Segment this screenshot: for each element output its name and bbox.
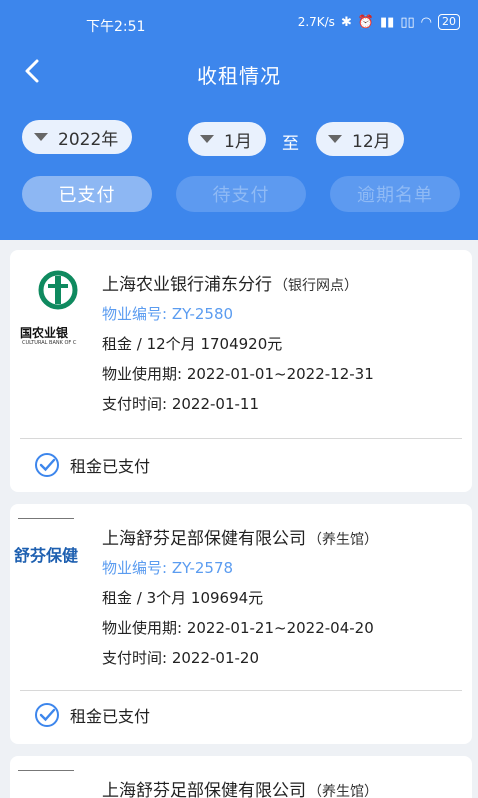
tab-pending[interactable]: 待支付 <box>176 176 306 212</box>
status-icons: 2.7K/s ✱ ⏰ ▮▮ ▯▯ ◠ 20 <box>298 14 460 30</box>
brand-logo <box>10 770 84 798</box>
bank-logo-text: 国农业银 <box>20 326 69 340</box>
tab-paid[interactable]: 已支付 <box>22 176 152 212</box>
payment-status: 租金已支付 <box>34 702 150 728</box>
payment-status-label: 租金已支付 <box>70 707 151 726</box>
rent-record-card[interactable]: 上海舒芬足部保健有限公司 （养生馆） <box>10 756 472 798</box>
rent-amount: 租金 / 12个月 1704920元 <box>102 335 283 353</box>
brand-logo-text: 舒芬保健 <box>14 546 79 565</box>
divider <box>20 438 462 439</box>
dropdown-triangle-icon <box>34 133 48 141</box>
tenant-name: 上海农业银行浦东分行 （银行网点） <box>102 270 462 295</box>
month-from-value: 1月 <box>224 131 252 152</box>
property-id: 物业编号: ZY-2578 <box>102 559 234 577</box>
brand-logo: 舒芬保健 <box>10 518 84 574</box>
payment-time: 支付时间: 2022-01-20 <box>102 649 259 667</box>
tenant-name: 上海舒芬足部保健有限公司 （养生馆） <box>102 776 462 798</box>
tenant-name-text: 上海舒芬足部保健有限公司 <box>102 781 306 798</box>
month-to-select[interactable]: 12月 <box>316 122 404 156</box>
usage-period: 物业使用期: 2022-01-01~2022-12-31 <box>102 365 374 383</box>
network-speed: 2.7K/s <box>297 15 335 29</box>
tenant-name: 上海舒芬足部保健有限公司 （养生馆） <box>102 524 462 549</box>
tenant-type: （养生馆） <box>308 784 378 798</box>
month-from-select[interactable]: 1月 <box>188 122 266 156</box>
year-value: 2022年 <box>58 129 119 150</box>
status-tabs: 已支付 待支付 逾期名单 <box>0 176 478 216</box>
rent-record-card[interactable]: 舒芬保健 上海舒芬足部保健有限公司 （养生馆） 物业编号: ZY-2578 租金 … <box>10 504 472 744</box>
bluetooth-icon: ✱ <box>340 14 352 30</box>
month-to-value: 12月 <box>352 131 391 152</box>
page-title: 收租情况 <box>197 64 281 88</box>
logo-rule <box>18 770 74 771</box>
header: 下午2:51 2.7K/s ✱ ⏰ ▮▮ ▯▯ ◠ 20 收租情况 2022年 … <box>0 0 478 240</box>
status-time: 下午2:51 <box>86 19 146 35</box>
dropdown-triangle-icon <box>200 135 214 143</box>
bank-logo-subtext: CULTURAL BANK OF C <box>22 340 77 346</box>
tenant-name-text: 上海舒芬足部保健有限公司 <box>102 529 306 549</box>
payment-status: 租金已支付 <box>34 452 150 478</box>
record-info: 上海舒芬足部保健有限公司 （养生馆） <box>102 776 462 798</box>
rent-record-card[interactable]: 国农业银 CULTURAL BANK OF C 上海农业银行浦东分行 （银行网点）… <box>10 250 472 492</box>
check-circle-icon <box>35 703 59 727</box>
tab-overdue[interactable]: 逾期名单 <box>330 176 460 212</box>
property-id: 物业编号: ZY-2580 <box>102 305 234 323</box>
signal-2-icon: ▯▯ <box>400 14 415 30</box>
alarm-icon: ⏰ <box>357 14 375 30</box>
payment-status-label: 租金已支付 <box>70 457 151 476</box>
date-filter: 2022年 1月 至 12月 <box>0 118 478 158</box>
bank-logo: 国农业银 CULTURAL BANK OF C <box>20 266 88 346</box>
rent-amount: 租金 / 3个月 109694元 <box>102 589 264 607</box>
tenant-type: （银行网点） <box>274 278 358 294</box>
payment-time: 支付时间: 2022-01-11 <box>102 395 259 413</box>
usage-period: 物业使用期: 2022-01-21~2022-04-20 <box>102 619 374 637</box>
to-label: 至 <box>282 134 299 154</box>
dropdown-triangle-icon <box>328 135 342 143</box>
wifi-icon: ◠ <box>420 14 432 30</box>
record-info: 上海舒芬足部保健有限公司 （养生馆） 物业编号: ZY-2578 租金 / 3个月… <box>102 524 462 668</box>
status-bar: 下午2:51 2.7K/s ✱ ⏰ ▮▮ ▯▯ ◠ 20 <box>0 8 478 42</box>
battery-icon: 20 <box>438 14 460 30</box>
signal-icon: ▮▮ <box>380 14 395 30</box>
nav-bar: 收租情况 <box>0 50 478 98</box>
tenant-type: （养生馆） <box>308 532 378 548</box>
year-select[interactable]: 2022年 <box>22 120 132 154</box>
logo-rule <box>18 518 74 519</box>
tenant-name-text: 上海农业银行浦东分行 <box>102 275 272 295</box>
divider <box>20 690 462 691</box>
record-info: 上海农业银行浦东分行 （银行网点） 物业编号: ZY-2580 租金 / 12个月… <box>102 270 462 414</box>
check-circle-icon <box>35 453 59 477</box>
bank-emblem-icon <box>38 270 78 310</box>
